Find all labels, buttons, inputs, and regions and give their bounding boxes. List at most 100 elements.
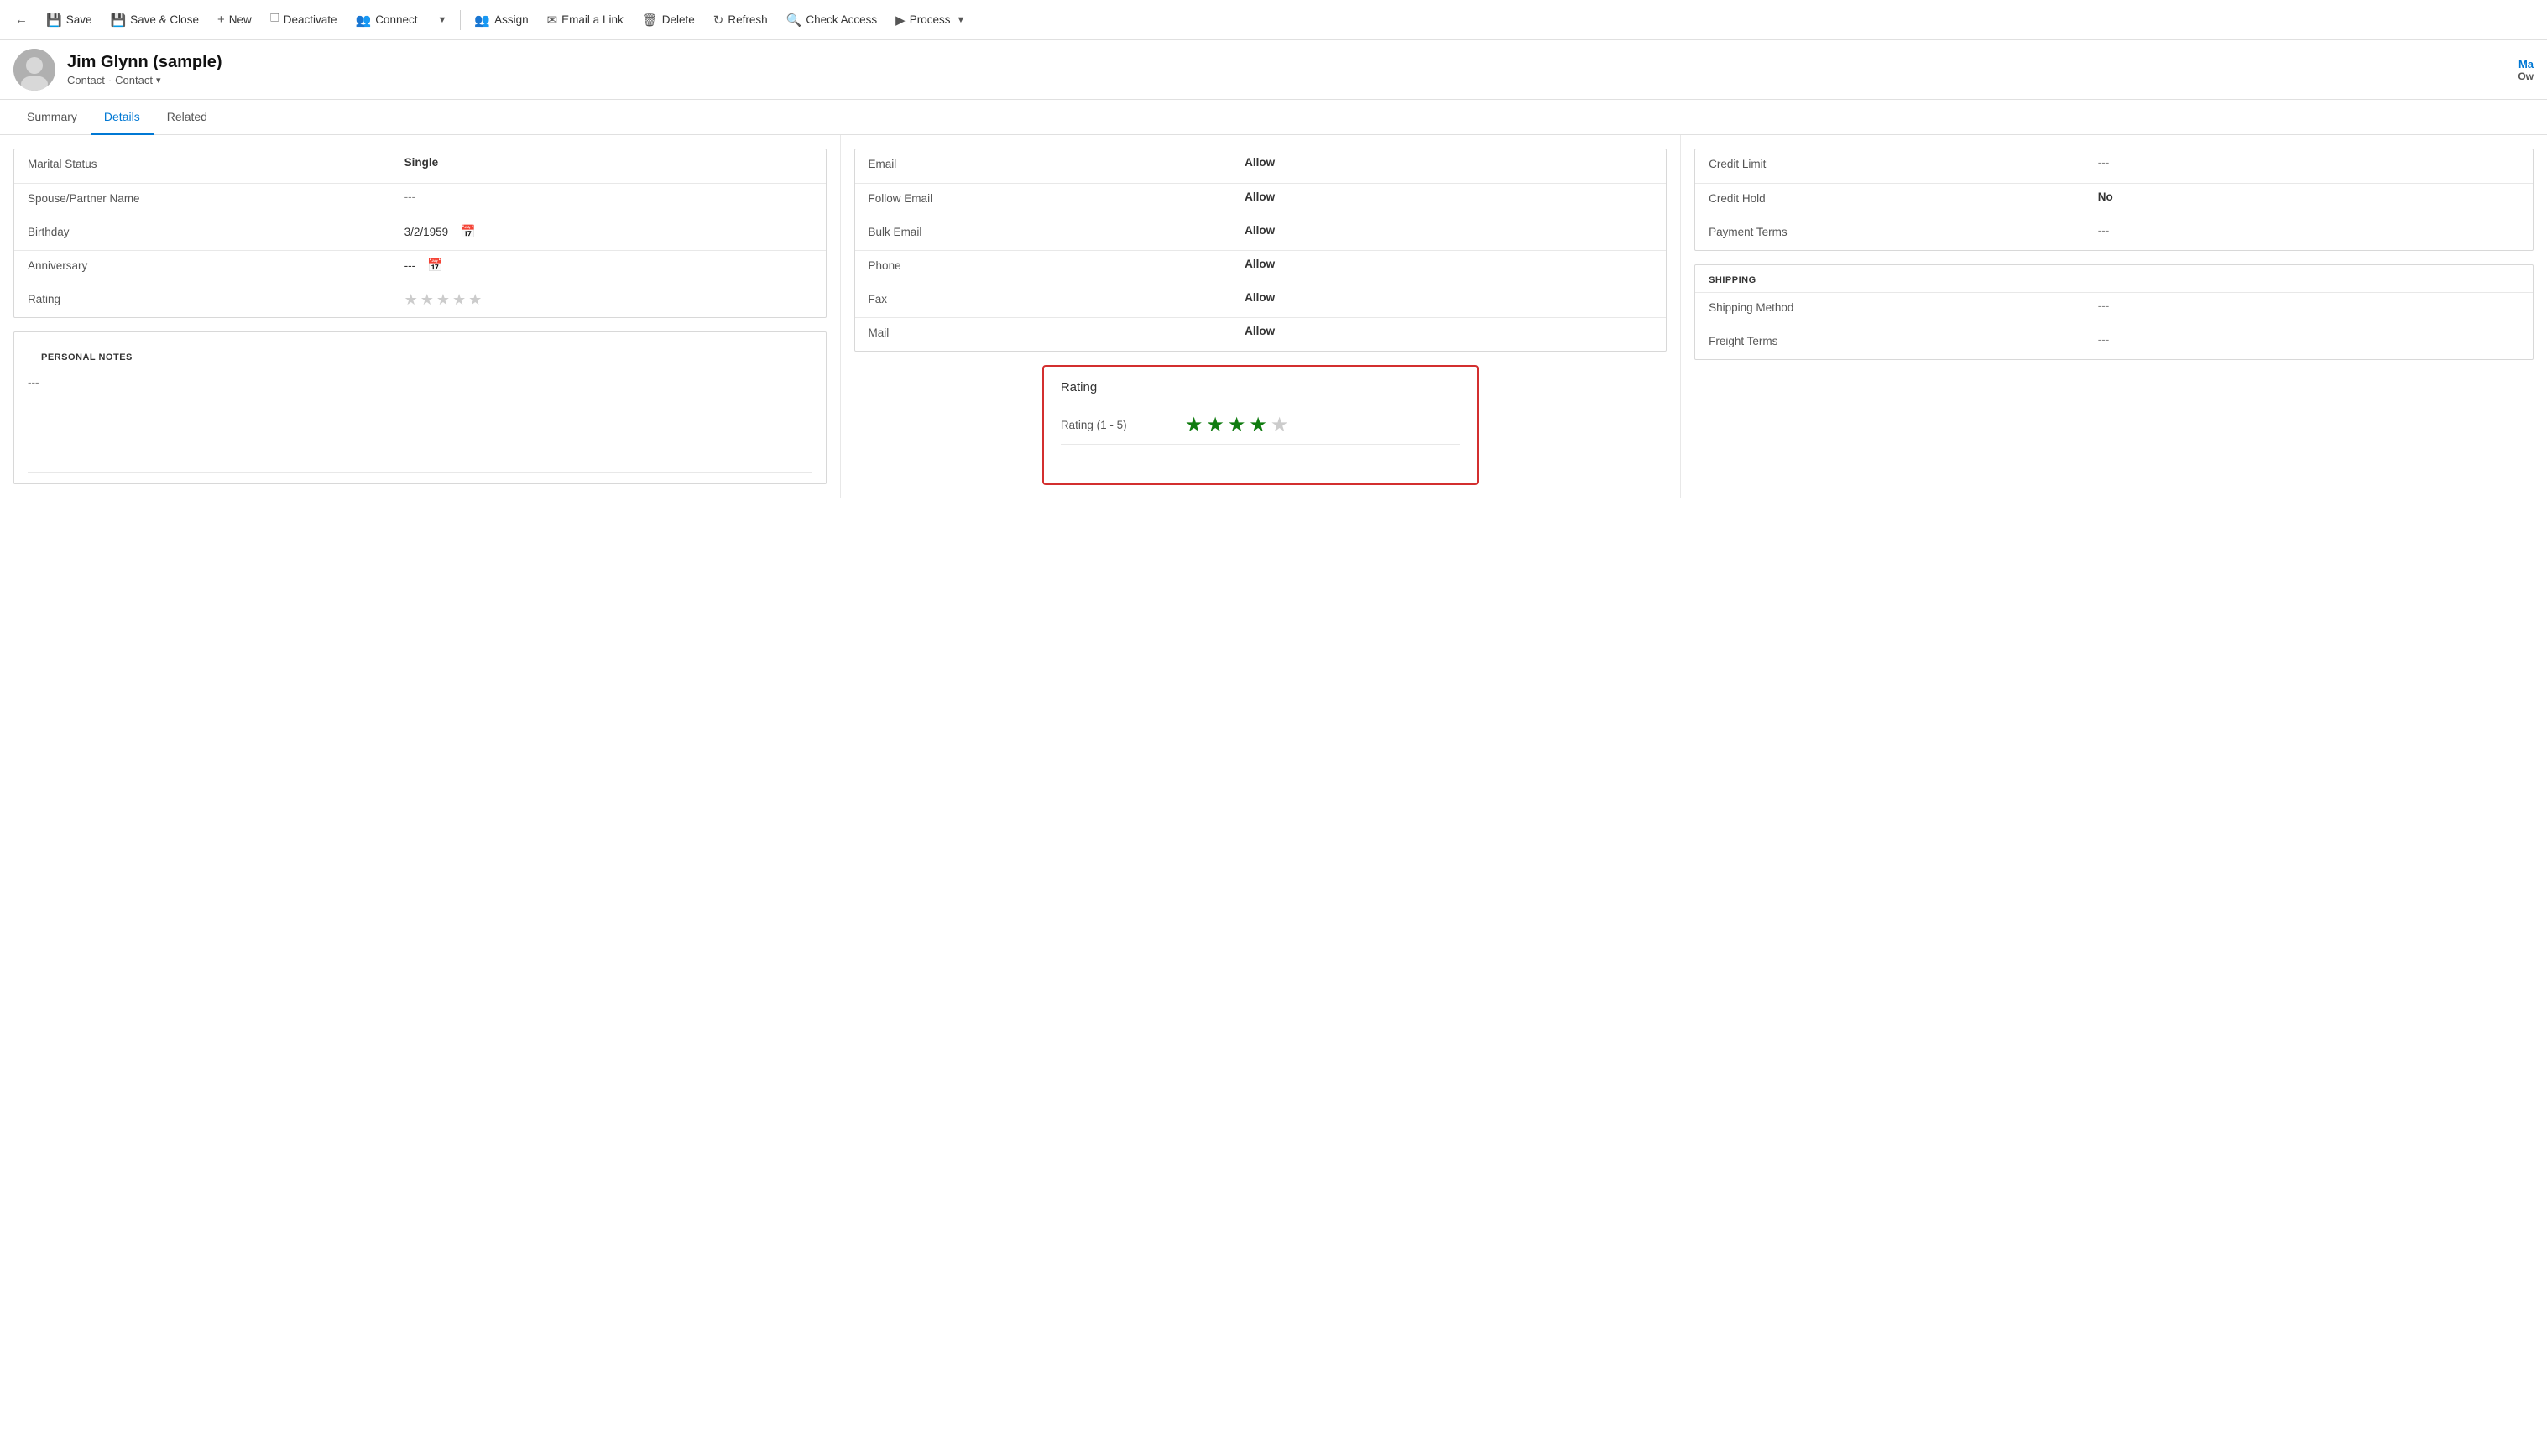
separator <box>460 10 461 30</box>
new-button[interactable]: + New <box>209 8 260 32</box>
bulk-email-label: Bulk Email <box>869 224 1245 238</box>
rating-popup-stars[interactable]: ★ ★ ★ ★ ★ <box>1185 413 1289 437</box>
field-row-follow-email: Follow Email Allow <box>855 183 1667 217</box>
star-4[interactable]: ★ <box>452 291 466 309</box>
empty-stars-group[interactable]: ★ ★ ★ ★ ★ <box>404 291 483 309</box>
check-access-icon: 🔍 <box>786 13 802 28</box>
tab-related[interactable]: Related <box>154 100 221 135</box>
credit-limit-value: --- <box>2098 156 2519 169</box>
field-row-anniversary: Anniversary --- 📅 <box>14 250 826 284</box>
chevron-down-icon: ▼ <box>437 15 446 25</box>
delete-icon: 🗑 <box>642 13 658 28</box>
check-access-button[interactable]: 🔍 Check Access <box>778 8 885 33</box>
personal-info-section: Marital Status Single Spouse/Partner Nam… <box>13 149 827 318</box>
star-2[interactable]: ★ <box>420 291 434 309</box>
breadcrumb-contact1[interactable]: Contact <box>67 74 105 86</box>
assign-button[interactable]: 👥 Assign <box>466 8 536 33</box>
back-icon: ← <box>15 13 28 27</box>
field-row-fax: Fax Allow <box>855 284 1667 317</box>
shipping-section: SHIPPING Shipping Method --- Freight Ter… <box>1694 264 2534 360</box>
field-row-marital: Marital Status Single <box>14 149 826 183</box>
birthday-calendar-icon[interactable]: 📅 <box>460 224 476 239</box>
field-row-mail: Mail Allow <box>855 317 1667 351</box>
connect-chevron-button[interactable]: ▼ <box>427 10 455 30</box>
shipping-method-value: --- <box>2098 300 2519 312</box>
save-icon: 💾 <box>46 13 62 28</box>
freight-terms-value: --- <box>2098 333 2519 346</box>
delete-button[interactable]: 🗑 Delete <box>634 8 703 33</box>
star-1[interactable]: ★ <box>404 291 418 309</box>
mail-value: Allow <box>1245 325 1652 337</box>
field-row-birthday: Birthday 3/2/1959 📅 <box>14 217 826 250</box>
rating-stars[interactable]: ★ ★ ★ ★ ★ <box>404 291 812 309</box>
main-content: Marital Status Single Spouse/Partner Nam… <box>0 135 2547 498</box>
spouse-value: --- <box>404 190 812 203</box>
star-3[interactable]: ★ <box>436 291 450 309</box>
email-icon: ✉ <box>547 13 558 28</box>
breadcrumb-sep: · <box>108 74 112 86</box>
field-row-bulk-email: Bulk Email Allow <box>855 217 1667 250</box>
spouse-label: Spouse/Partner Name <box>28 190 404 205</box>
rating-popup: Rating Rating (1 - 5) ★ ★ ★ ★ ★ <box>1042 365 1479 485</box>
tab-summary[interactable]: Summary <box>13 100 91 135</box>
process-chevron-icon: ▼ <box>956 15 965 25</box>
refresh-button[interactable]: ↻ Refresh <box>705 8 776 33</box>
breadcrumb: Contact · Contact ▾ <box>67 74 2506 86</box>
tab-details[interactable]: Details <box>91 100 154 135</box>
mail-label: Mail <box>869 325 1245 339</box>
phone-label: Phone <box>869 258 1245 272</box>
billing-section: Credit Limit --- Credit Hold No Payment … <box>1694 149 2534 251</box>
credit-hold-value: No <box>2098 190 2519 203</box>
field-row-shipping-method: Shipping Method --- <box>1695 292 2533 326</box>
field-row-freight-terms: Freight Terms --- <box>1695 326 2533 359</box>
popup-star-3[interactable]: ★ <box>1228 413 1246 437</box>
record-header: Jim Glynn (sample) Contact · Contact ▾ M… <box>0 40 2547 100</box>
follow-email-label: Follow Email <box>869 190 1245 205</box>
payment-terms-label: Payment Terms <box>1709 224 2098 238</box>
anniversary-label: Anniversary <box>28 258 404 272</box>
field-row-phone: Phone Allow <box>855 250 1667 284</box>
tab-bar: Summary Details Related <box>0 100 2547 135</box>
rating-popup-row: Rating (1 - 5) ★ ★ ★ ★ ★ <box>1061 406 1460 445</box>
left-column: Marital Status Single Spouse/Partner Nam… <box>0 135 841 498</box>
field-row-credit-limit: Credit Limit --- <box>1695 149 2533 183</box>
star-5[interactable]: ★ <box>468 291 482 309</box>
marital-status-value: Single <box>404 156 812 169</box>
phone-value: Allow <box>1245 258 1652 270</box>
toolbar: ← 💾 Save 💾 Save & Close + New 🗆 Deactiva… <box>0 0 2547 40</box>
bulk-email-value: Allow <box>1245 224 1652 237</box>
breadcrumb-chevron-icon[interactable]: ▾ <box>156 75 161 86</box>
header-text: Jim Glynn (sample) Contact · Contact ▾ <box>67 53 2506 86</box>
save-close-button[interactable]: 💾 Save & Close <box>102 8 206 33</box>
avatar <box>13 49 55 91</box>
deactivate-button[interactable]: 🗆 Deactivate <box>262 4 346 35</box>
popup-star-1[interactable]: ★ <box>1185 413 1203 437</box>
save-button[interactable]: 💾 Save <box>38 8 100 33</box>
email-link-button[interactable]: ✉ Email a Link <box>539 8 632 33</box>
connect-button[interactable]: 👥 Connect <box>347 8 426 33</box>
field-row-spouse: Spouse/Partner Name --- <box>14 183 826 217</box>
shipping-method-label: Shipping Method <box>1709 300 2098 314</box>
process-icon: ▶ <box>895 13 906 28</box>
breadcrumb-contact2[interactable]: Contact <box>115 74 153 86</box>
freight-terms-label: Freight Terms <box>1709 333 2098 347</box>
new-icon: + <box>217 13 225 27</box>
refresh-icon: ↻ <box>713 13 724 28</box>
popup-star-2[interactable]: ★ <box>1206 413 1224 437</box>
popup-star-5[interactable]: ★ <box>1271 413 1289 437</box>
process-button[interactable]: ▶ Process ▼ <box>887 8 973 33</box>
back-button[interactable]: ← <box>7 8 36 32</box>
personal-notes-value[interactable]: --- <box>28 376 812 389</box>
record-name: Jim Glynn (sample) <box>67 53 2506 72</box>
fax-label: Fax <box>869 291 1245 305</box>
header-ma: Ma Ow <box>2518 58 2534 82</box>
popup-star-4[interactable]: ★ <box>1249 413 1267 437</box>
right-column: Credit Limit --- Credit Hold No Payment … <box>1681 135 2547 373</box>
birthday-value: 3/2/1959 📅 <box>404 224 812 239</box>
field-row-credit-hold: Credit Hold No <box>1695 183 2533 217</box>
deactivate-icon: 🗆 <box>270 9 279 30</box>
follow-email-value: Allow <box>1245 190 1652 203</box>
shipping-title: SHIPPING <box>1695 265 2533 292</box>
anniversary-calendar-icon[interactable]: 📅 <box>427 258 443 273</box>
credit-hold-label: Credit Hold <box>1709 190 2098 205</box>
